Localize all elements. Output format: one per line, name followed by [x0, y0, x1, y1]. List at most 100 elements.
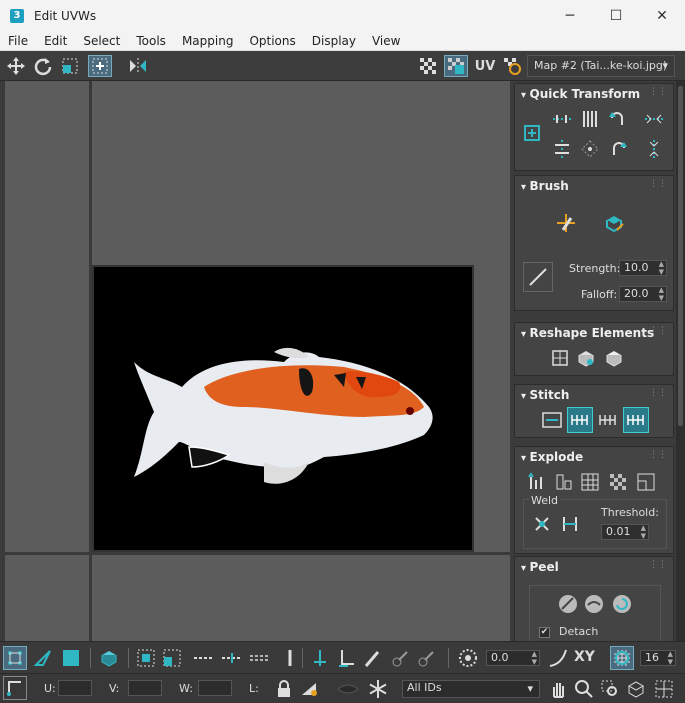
falloff-spinner[interactable]: 20.0 ▲ ▼: [619, 286, 667, 302]
relax-brush-icon[interactable]: [601, 210, 627, 236]
angle-field[interactable]: 0.0 ▲ ▼: [486, 650, 540, 666]
pack-icon[interactable]: [633, 469, 659, 495]
vertex-mode-icon[interactable]: [3, 646, 27, 670]
texture-checker-icon[interactable]: [444, 55, 468, 77]
stitch-title[interactable]: Stitch: [521, 388, 570, 402]
zoom-selected-icon[interactable]: [652, 677, 676, 701]
scroll-thumb[interactable]: [678, 86, 683, 426]
zoom-extents-icon[interactable]: [624, 677, 648, 701]
grip-icon[interactable]: ⋮⋮: [649, 326, 667, 336]
straighten-icon[interactable]: [577, 136, 603, 162]
freeze-icon[interactable]: [366, 677, 390, 701]
element-mode-icon[interactable]: [97, 646, 121, 670]
grid-size-field[interactable]: 16 ▲ ▼: [640, 650, 676, 666]
menu-tools[interactable]: Tools: [128, 34, 174, 48]
close-button[interactable]: ✕: [639, 0, 685, 31]
minimize-button[interactable]: ─: [547, 0, 593, 31]
reshape-title[interactable]: Reshape Elements: [521, 326, 655, 340]
panel-scrollbar[interactable]: [676, 81, 685, 641]
zoom-icon[interactable]: [572, 677, 596, 701]
spinner-arrows-icon[interactable]: ▲ ▼: [659, 260, 664, 276]
grow-selection-icon[interactable]: [134, 646, 158, 670]
paint-select-icon[interactable]: [360, 646, 384, 670]
falloff-curve-icon[interactable]: [523, 262, 553, 292]
select-overlap-icon[interactable]: [278, 646, 302, 670]
stitch-average-icon[interactable]: [595, 407, 621, 433]
align-horizontal-icon[interactable]: [549, 106, 575, 132]
align-vertical-icon[interactable]: [577, 106, 603, 132]
rotate-ccw-icon[interactable]: [605, 106, 631, 132]
maximize-button[interactable]: ☐: [593, 0, 639, 31]
zoom-region-icon[interactable]: [598, 677, 622, 701]
select-by-planar-icon[interactable]: [308, 646, 332, 670]
detach-icon[interactable]: [551, 469, 577, 495]
relax-icon[interactable]: [601, 345, 627, 371]
soft-selection-icon[interactable]: [456, 646, 480, 670]
menu-mapping[interactable]: Mapping: [174, 34, 242, 48]
loop-icon[interactable]: [192, 646, 216, 670]
pivot-icon[interactable]: [519, 120, 545, 146]
move-icon[interactable]: [4, 55, 28, 77]
grip-icon[interactable]: ⋮⋮: [649, 450, 667, 460]
grip-icon[interactable]: ⋮⋮: [649, 388, 667, 398]
paint-select-grow-icon[interactable]: [388, 646, 412, 670]
face-mode-icon[interactable]: [59, 646, 83, 670]
ignore-backfacing-icon[interactable]: [334, 646, 358, 670]
w-field[interactable]: [198, 680, 232, 696]
stitch-to-target-icon[interactable]: [567, 407, 593, 433]
mirror-icon[interactable]: [126, 55, 150, 77]
scale-icon[interactable]: [58, 55, 82, 77]
xy-toggle[interactable]: XY: [574, 649, 595, 665]
pan-icon[interactable]: [546, 677, 570, 701]
uv-viewport[interactable]: [0, 81, 512, 641]
weld-checker-icon[interactable]: [605, 469, 631, 495]
peel-mode-icon[interactable]: [581, 591, 607, 617]
paint-select-shrink-icon[interactable]: [414, 646, 438, 670]
grip-icon[interactable]: ⋮⋮: [649, 179, 667, 189]
paint-move-icon[interactable]: [553, 210, 579, 236]
ids-dropdown[interactable]: All IDs ▾: [402, 680, 540, 698]
rotate-icon[interactable]: [31, 55, 55, 77]
spinner-arrows-icon[interactable]: ▲ ▼: [641, 524, 646, 540]
spinner-arrows-icon[interactable]: ▲ ▼: [532, 650, 537, 666]
spinner-arrows-icon[interactable]: ▲ ▼: [659, 286, 664, 302]
peel-reset-icon[interactable]: [609, 591, 635, 617]
v-field[interactable]: [128, 680, 162, 696]
relax-until-flat-icon[interactable]: [573, 345, 599, 371]
shrink-selection-icon[interactable]: [160, 646, 184, 670]
menu-view[interactable]: View: [364, 34, 408, 48]
straighten-selection-icon[interactable]: [547, 345, 573, 371]
falloff-curve-icon[interactable]: [546, 646, 570, 670]
weld-selected-icon[interactable]: [529, 511, 555, 537]
checker-icon[interactable]: [416, 55, 440, 77]
map-dropdown[interactable]: Map #2 (Tai...ke-koi.jpg) ▾: [527, 55, 675, 77]
edge-mode-icon[interactable]: [31, 646, 55, 670]
menu-edit[interactable]: Edit: [36, 34, 75, 48]
stitch-to-source-icon[interactable]: [623, 407, 649, 433]
ring-icon[interactable]: [220, 646, 244, 670]
freeform-icon[interactable]: [88, 55, 112, 77]
peel-quick-icon[interactable]: [555, 591, 581, 617]
u-field[interactable]: [58, 680, 92, 696]
map-settings-icon[interactable]: [500, 55, 524, 77]
weld-target-icon[interactable]: [557, 511, 583, 537]
path-icon[interactable]: [248, 646, 272, 670]
rotate-cw-icon[interactable]: [605, 136, 631, 162]
menu-select[interactable]: Select: [75, 34, 128, 48]
hide-icon[interactable]: [298, 677, 322, 701]
strength-spinner[interactable]: 10.0 ▲ ▼: [619, 260, 667, 276]
break-icon[interactable]: [523, 469, 549, 495]
explode-title[interactable]: Explode: [521, 450, 584, 464]
align-to-edge-icon[interactable]: [549, 136, 575, 162]
lock-icon[interactable]: [272, 677, 296, 701]
peel-title[interactable]: Peel: [521, 560, 559, 574]
absolute-offset-icon[interactable]: [3, 676, 27, 700]
space-vertical-icon[interactable]: [641, 136, 667, 162]
uv-toggle[interactable]: UV: [473, 55, 497, 77]
threshold-spinner[interactable]: 0.01 ▲ ▼: [601, 524, 649, 540]
menu-display[interactable]: Display: [304, 34, 364, 48]
grip-icon[interactable]: ⋮⋮: [649, 560, 667, 570]
grid-snap-icon[interactable]: [610, 646, 634, 670]
stitch-custom-icon[interactable]: [539, 407, 565, 433]
menu-file[interactable]: File: [0, 34, 36, 48]
